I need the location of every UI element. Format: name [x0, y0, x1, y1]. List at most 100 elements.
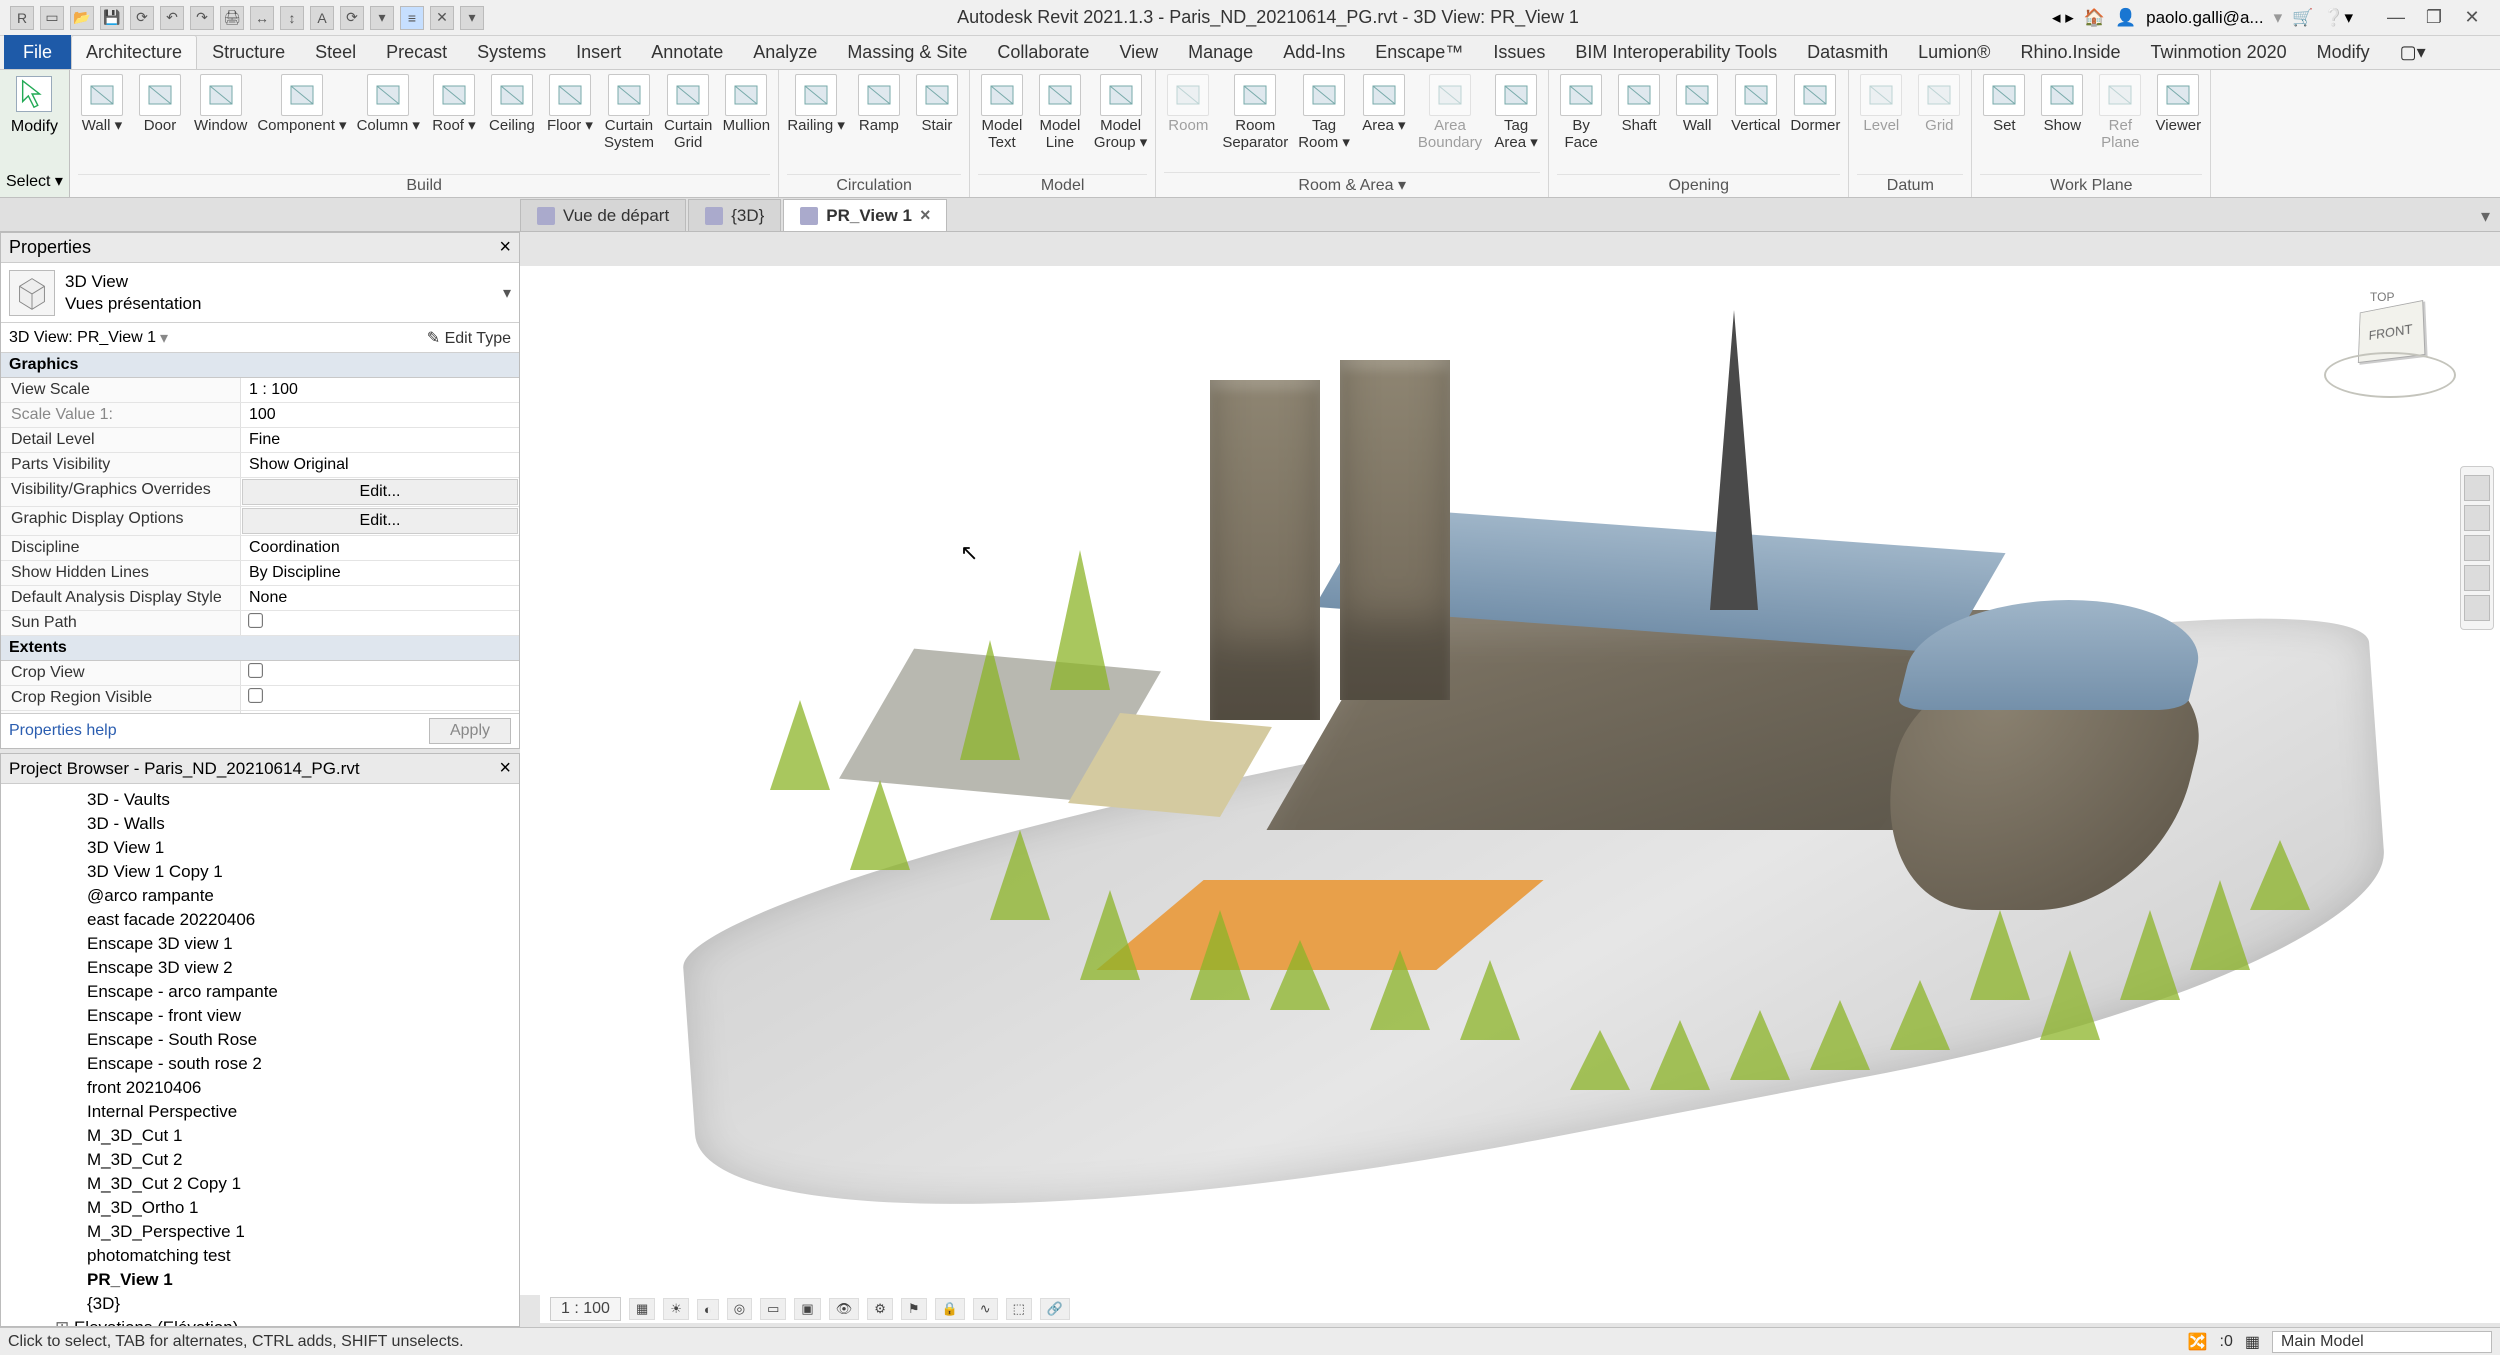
type-selector-dropdown-icon[interactable]: ▾ [503, 283, 511, 303]
tool-tag-area-[interactable]: Tag Area ▾ [1492, 74, 1540, 151]
rendering-icon[interactable]: ◎ [727, 1298, 752, 1320]
prop-value[interactable] [241, 661, 519, 685]
redo-icon[interactable]: ↷ [190, 6, 214, 30]
menu-massing[interactable]: Massing & Site [832, 35, 982, 69]
prop-value[interactable]: None [241, 586, 519, 610]
menu-modify[interactable]: Modify [2302, 35, 2385, 69]
menu-systems[interactable]: Systems [462, 35, 561, 69]
revit-logo-icon[interactable]: R [10, 6, 34, 30]
edit-type-button[interactable]: ✎ Edit Type [427, 328, 511, 348]
orbit-icon[interactable] [2464, 565, 2490, 591]
menu-annotate[interactable]: Annotate [636, 35, 738, 69]
browser-node[interactable]: Enscape 3D view 2 [51, 956, 519, 980]
instance-label[interactable]: 3D View: PR_View 1 [9, 329, 156, 347]
tool-model-group[interactable]: Model Group ▾ [1094, 74, 1147, 151]
prop-value[interactable]: Edit... [242, 479, 518, 505]
tool-model-line[interactable]: Model Line [1036, 74, 1084, 151]
tool-curtain-grid[interactable]: Curtain Grid [664, 74, 712, 151]
properties-close-icon[interactable]: × [499, 236, 511, 259]
browser-node[interactable]: Enscape - south rose 2 [51, 1052, 519, 1076]
tool-viewer[interactable]: Viewer [2154, 74, 2202, 135]
status-icon-1[interactable]: 🔀 [2188, 1332, 2208, 1352]
text-icon[interactable]: A [310, 6, 334, 30]
browser-node[interactable]: M_3D_Cut 1 [51, 1124, 519, 1148]
menu-architecture[interactable]: Architecture [71, 35, 197, 69]
tab-close-icon[interactable]: × [920, 205, 931, 226]
menu-overflow[interactable]: ▢▾ [2385, 35, 2441, 69]
browser-node[interactable]: Enscape 3D view 1 [51, 932, 519, 956]
menu-view[interactable]: View [1104, 35, 1173, 69]
menu-twinmotion[interactable]: Twinmotion 2020 [2136, 35, 2302, 69]
workset-field[interactable]: Main Model [2272, 1331, 2492, 1353]
menu-manage[interactable]: Manage [1173, 35, 1268, 69]
tool-dormer[interactable]: Dormer [1790, 74, 1840, 135]
browser-node[interactable]: {3D} [51, 1292, 519, 1316]
doc-tab[interactable]: PR_View 1× [783, 199, 947, 231]
tabs-overflow[interactable]: ▾ [2471, 202, 2500, 231]
temp-hide-icon[interactable]: ⚙ [867, 1298, 893, 1320]
link-display-icon[interactable]: 🔗 [1040, 1298, 1070, 1320]
tool-stair[interactable]: Stair [913, 74, 961, 135]
browser-node[interactable]: M_3D_Perspective 1 [51, 1220, 519, 1244]
menu-datasmith[interactable]: Datasmith [1792, 35, 1903, 69]
prop-value[interactable]: Show Original [241, 453, 519, 477]
switch-windows-icon[interactable]: ▾ [460, 6, 484, 30]
view-scale-button[interactable]: 1 : 100 [550, 1297, 621, 1321]
tool-ramp[interactable]: Ramp [855, 74, 903, 135]
infocenter-icon[interactable]: 🏠 [2084, 8, 2105, 28]
prop-value[interactable]: Coordination [241, 536, 519, 560]
worksharing-icon[interactable]: ⬚ [1006, 1298, 1032, 1320]
menu-file[interactable]: File [4, 35, 71, 69]
user-label[interactable]: paolo.galli@a... [2146, 8, 2263, 28]
browser-close-icon[interactable]: × [499, 757, 511, 780]
save-icon[interactable]: 💾 [100, 6, 124, 30]
dimension-icon[interactable]: ↕ [280, 6, 304, 30]
prop-value[interactable]: 1 : 100 [241, 378, 519, 402]
zoom-icon[interactable] [2464, 535, 2490, 561]
properties-grid[interactable]: GraphicsView Scale1 : 100Scale Value 1:1… [1, 353, 519, 713]
shadows-icon[interactable]: ◐ [697, 1299, 719, 1320]
prop-value[interactable] [241, 686, 519, 710]
visual-style-icon[interactable]: ▦ [629, 1298, 655, 1320]
prop-value[interactable]: Edit... [242, 508, 518, 534]
tool-tag-room-[interactable]: Tag Room ▾ [1298, 74, 1350, 151]
menu-enscape[interactable]: Enscape™ [1360, 35, 1478, 69]
sun-path-icon[interactable]: ☀ [663, 1298, 689, 1320]
help-icon[interactable]: ❔▾ [2323, 8, 2353, 28]
tool-curtain-system[interactable]: Curtain System [604, 74, 654, 151]
browser-node[interactable]: 3D - Walls [51, 812, 519, 836]
view-cube[interactable]: FRONT TOP [2320, 290, 2460, 410]
tool-wall[interactable]: Wall [1673, 74, 1721, 135]
constraints-icon[interactable]: 🔒 [935, 1298, 965, 1320]
doc-tab[interactable]: {3D} [688, 199, 781, 231]
browser-node[interactable]: Internal Perspective [51, 1100, 519, 1124]
menu-structure[interactable]: Structure [197, 35, 300, 69]
menu-steel[interactable]: Steel [300, 35, 371, 69]
browser-node[interactable]: 3D - Vaults [51, 788, 519, 812]
print-icon[interactable]: 🖨 [220, 6, 244, 30]
properties-help-link[interactable]: Properties help [9, 722, 117, 740]
tool-show[interactable]: Show [2038, 74, 2086, 135]
status-icon-2[interactable]: ▦ [2245, 1332, 2260, 1352]
dropdown-icon[interactable]: ▾ [370, 6, 394, 30]
section-box-icon[interactable] [2464, 595, 2490, 621]
tool-mullion[interactable]: Mullion [722, 74, 770, 135]
browser-node[interactable]: Enscape - front view [51, 1004, 519, 1028]
tool-window[interactable]: Window [194, 74, 247, 135]
browser-node[interactable]: east facade 20220406 [51, 908, 519, 932]
navigation-bar[interactable] [2460, 466, 2494, 630]
arrows-icon[interactable]: ◂ ▸ [2052, 8, 2074, 28]
browser-node[interactable]: M_3D_Cut 2 Copy 1 [51, 1172, 519, 1196]
prop-checkbox[interactable] [248, 613, 263, 628]
menu-addins[interactable]: Add-Ins [1268, 35, 1360, 69]
prop-value[interactable] [241, 711, 519, 713]
menu-issues[interactable]: Issues [1478, 35, 1560, 69]
menu-collaborate[interactable]: Collaborate [982, 35, 1104, 69]
menu-analyze[interactable]: Analyze [738, 35, 832, 69]
thin-lines-icon[interactable]: ≡ [400, 6, 424, 30]
browser-category[interactable]: Elevations (Elévation) [51, 1316, 519, 1326]
cart-icon[interactable]: 🛒 [2292, 8, 2313, 28]
type-selector[interactable]: 3D View Vues présentation ▾ [1, 263, 519, 323]
select-dropdown[interactable]: Select ▾ [6, 171, 63, 191]
tool-column[interactable]: Column ▾ [357, 74, 420, 135]
